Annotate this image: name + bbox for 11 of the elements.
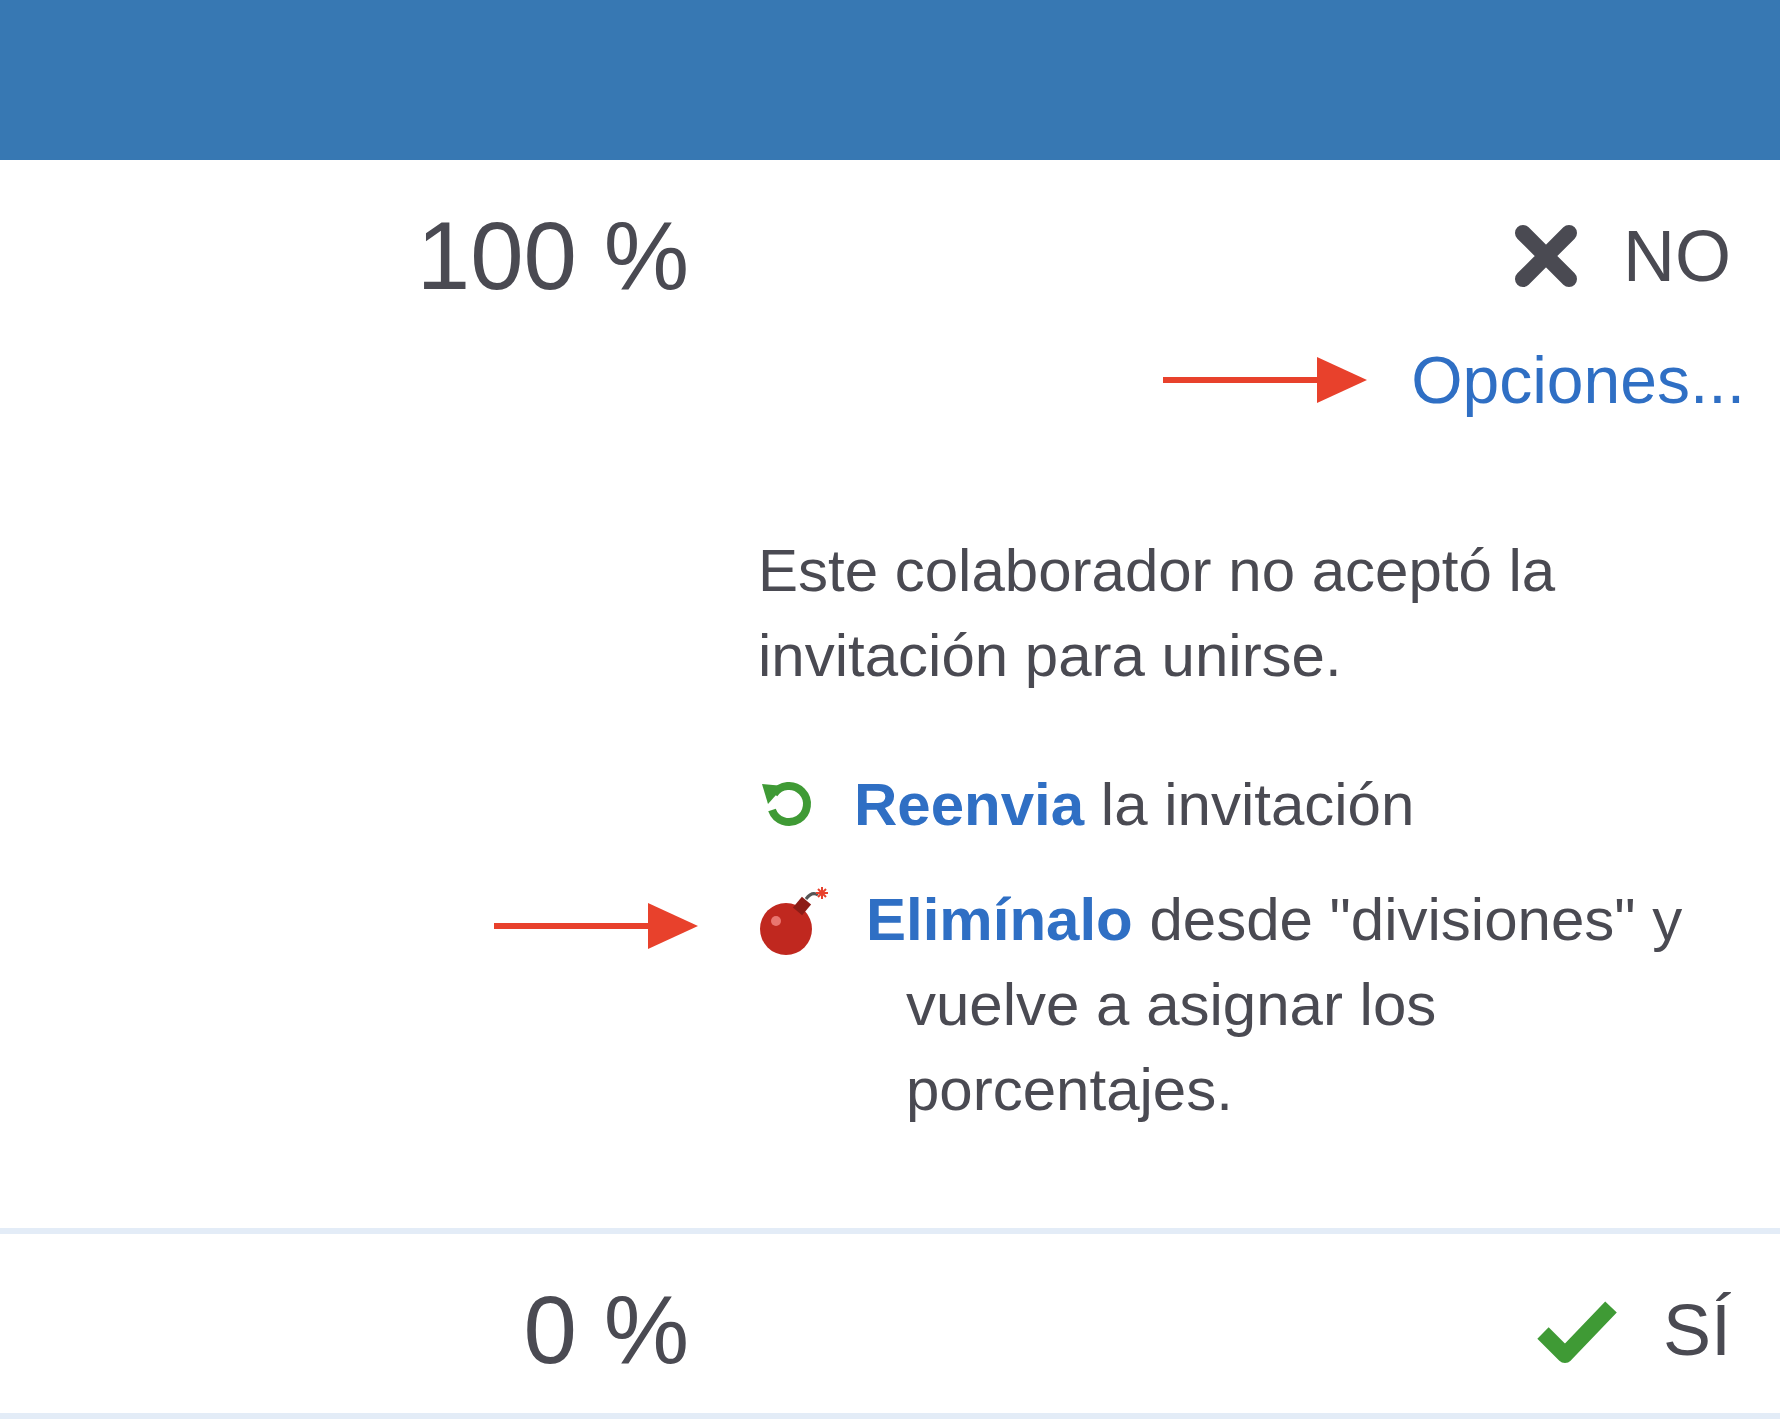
action-link[interactable]: Elimínalo	[866, 886, 1133, 953]
action-instruction: Reenvia la invitación	[854, 770, 1415, 840]
percentage: 100 %	[415, 201, 689, 311]
status-label: SÍ	[1662, 1288, 1731, 1371]
percentage: 0 %	[522, 1275, 689, 1385]
status-label: NO	[1623, 214, 1731, 297]
action-instruction: Elimínalo desde "divisiones" y vuelve a asignar los porcentajes.	[866, 885, 1684, 1125]
invitation-note: Este colaborador no aceptó la invitación para unirse.	[758, 536, 1557, 691]
options-link[interactable]: Opciones...	[1411, 342, 1745, 418]
action-link[interactable]: Reenvia	[854, 771, 1085, 838]
bomb-icon	[758, 885, 830, 957]
